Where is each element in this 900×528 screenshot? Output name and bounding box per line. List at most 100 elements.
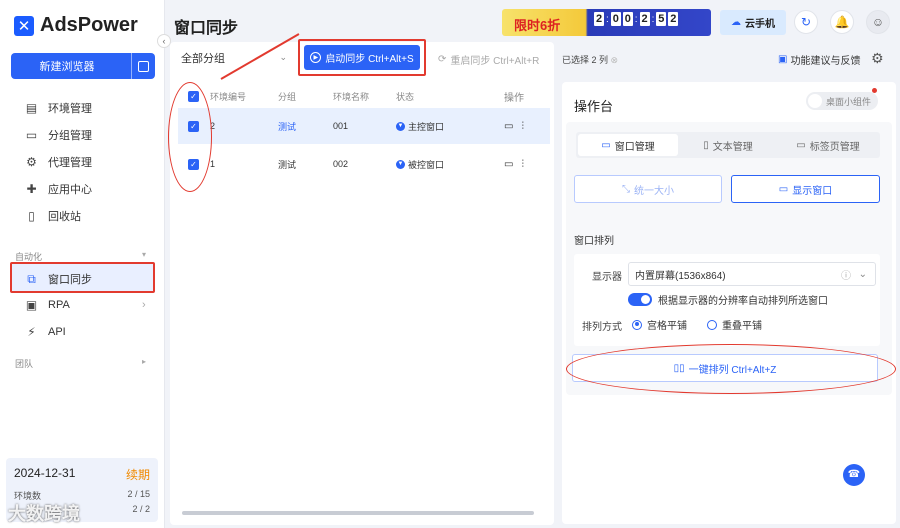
collapse-sidebar-icon[interactable]: ‹: [157, 34, 171, 48]
panel-title: 操作台: [574, 99, 614, 114]
chevron-right-icon[interactable]: ▸: [142, 357, 146, 366]
countdown-digit: 2: [668, 12, 679, 26]
toggle-knob: [808, 94, 822, 108]
tab-tab-management[interactable]: ▭ 标签页管理: [778, 134, 878, 156]
renew-link[interactable]: 续期: [126, 466, 150, 483]
logo-icon: ✕: [14, 15, 34, 36]
add-icon[interactable]: [131, 53, 155, 79]
play-icon: ▶: [310, 52, 322, 63]
radio-grid[interactable]: [632, 319, 642, 330]
notification-dot: [872, 88, 877, 93]
bell-icon[interactable]: 🔔: [830, 10, 854, 34]
horizontal-scrollbar[interactable]: [182, 511, 534, 515]
countdown-digit: 5: [656, 12, 667, 26]
refresh-icon: ⟳: [438, 54, 447, 65]
window-icon: ▭: [601, 139, 611, 151]
panel-tabs: ▭ 窗口管理 ▯ 文本管理 ▭ 标签页管理: [576, 132, 880, 158]
unify-size-label: 统一大小: [634, 185, 674, 197]
radio-overlap[interactable]: [707, 319, 717, 330]
feedback-link[interactable]: ▣ 功能建议与反馈: [778, 52, 860, 67]
monitor-label: 显示器: [592, 272, 622, 283]
desktop-widget-toggle[interactable]: 桌面小组件: [806, 92, 878, 110]
new-browser-label: 新建浏览器: [39, 61, 95, 73]
settings-icon[interactable]: ⫶: [521, 121, 524, 132]
chevron-down-icon: ⌄: [858, 268, 867, 280]
feedback-icon: ▣: [778, 54, 788, 65]
mode-grid-label: 宫格平铺: [647, 321, 687, 332]
member-count-value: 2 / 2: [132, 504, 150, 514]
new-browser-button[interactable]: 新建浏览器: [11, 53, 155, 79]
countdown: 2 : 0 0 : 2 : 5 2: [594, 12, 679, 26]
table-row[interactable]: ✓ 2 测试 001 ▼ 主控窗口 ▭ ⫶: [178, 108, 550, 144]
top-bar: 窗口同步 限时6折 2 : 0 0 : 2 : 5 2 ☁ 云手机 ↻ 🔔 ☺: [165, 0, 900, 44]
folder-icon: ▭: [25, 128, 38, 142]
support-icon[interactable]: ☎: [843, 464, 865, 486]
plan-expiry-date: 2024-12-31: [14, 466, 76, 480]
unify-size-button[interactable]: ⤡ 统一大小: [574, 175, 722, 203]
group-select-value: 全部分组: [181, 53, 225, 65]
column-header-env-id[interactable]: 环境编号: [210, 90, 246, 103]
sidebar-item-proxy[interactable]: ⚙ 代理管理: [24, 154, 92, 170]
display-icon[interactable]: ▭: [504, 159, 513, 170]
logo-text: AdsPower: [40, 14, 138, 36]
sidebar-item-label: RPA: [48, 298, 70, 311]
cloud-phone-label: 云手机: [745, 19, 775, 30]
clear-selection-icon[interactable]: ⊗: [611, 55, 619, 65]
sidebar-item-api[interactable]: ⚡ API: [24, 325, 66, 339]
sidebar-item-trash[interactable]: ▯ 回收站: [24, 208, 81, 224]
trash-icon: ▯: [28, 209, 35, 223]
display-icon[interactable]: ▭: [504, 121, 513, 132]
cloud-phone-button[interactable]: ☁ 云手机: [720, 10, 786, 35]
monitor-value: 内置屏幕(1536x864): [635, 270, 726, 282]
restart-sync-button[interactable]: ⟳ 重启同步 Ctrl+Alt+R: [438, 52, 539, 67]
table-header: ✓ 环境编号 分组 环境名称 状态 操作: [178, 84, 550, 108]
auto-arrange-label: 根据显示器的分辨率自动排列所选窗口: [658, 296, 828, 307]
row-actions: ▭ ⫶: [504, 159, 524, 170]
column-header-status[interactable]: 状态: [396, 90, 414, 103]
sidebar-item-env[interactable]: ▤ 环境管理: [24, 100, 92, 116]
info-icon: ⓘ: [841, 270, 851, 282]
mode-overlap-label: 重叠平铺: [722, 321, 762, 332]
promo-banner[interactable]: 限时6折 2 : 0 0 : 2 : 5 2: [502, 9, 711, 36]
start-sync-label: 启动同步 Ctrl+Alt+S: [325, 54, 414, 65]
arrange-mode-label: 排列方式: [582, 322, 622, 333]
settings-icon[interactable]: ⫶: [521, 159, 524, 170]
chevron-down-icon[interactable]: ▾: [142, 250, 146, 259]
env-name: 001: [333, 121, 349, 131]
chevron-right-icon[interactable]: ›: [142, 299, 146, 311]
sync-status-icon[interactable]: ↻: [794, 10, 818, 34]
folder-list-icon: ▤: [25, 101, 38, 115]
sidebar-item-label: 分组管理: [48, 130, 92, 142]
sidebar-item-window-sync[interactable]: ⧉ 窗口同步: [24, 271, 92, 287]
puzzle-icon: ✚: [26, 182, 37, 196]
column-header-name[interactable]: 环境名称: [333, 90, 369, 103]
countdown-digit: 2: [639, 12, 650, 26]
table-row[interactable]: ✓ 1 测试 002 ▼ 被控窗口 ▭ ⫶: [178, 146, 550, 182]
cloud-phone-icon: ☁: [731, 17, 741, 28]
feedback-label: 功能建议与反馈: [790, 56, 861, 67]
arrange-title: 窗口排列: [574, 236, 614, 247]
countdown-digit: 2: [594, 12, 604, 26]
avatar[interactable]: ☺: [866, 10, 890, 34]
tab-text-management[interactable]: ▯ 文本管理: [678, 134, 778, 156]
auto-arrange-switch[interactable]: [628, 293, 652, 306]
env-count-value: 2 / 15: [127, 489, 150, 499]
show-window-button[interactable]: ▭ 显示窗口: [731, 175, 880, 203]
env-status-label: 主控窗口: [408, 121, 445, 132]
sidebar-item-apps[interactable]: ✚ 应用中心: [24, 181, 92, 197]
selected-count-label: 已选择 2 列: [562, 55, 609, 65]
sidebar-item-groups[interactable]: ▭ 分组管理: [24, 127, 92, 143]
row-actions: ▭ ⫶: [504, 121, 524, 132]
start-sync-button[interactable]: ▶ 启动同步 Ctrl+Alt+S: [304, 45, 420, 70]
gear-icon[interactable]: ⚙: [871, 50, 884, 67]
tab-window-management[interactable]: ▭ 窗口管理: [578, 134, 678, 156]
promo-text: 限时6折: [514, 18, 561, 33]
logo: ✕ AdsPower: [14, 14, 138, 37]
master-window-icon: ▼: [396, 121, 405, 131]
sidebar-item-label: API: [48, 325, 66, 338]
sidebar-item-rpa[interactable]: ▣ RPA: [24, 298, 70, 312]
mode-overlap-option[interactable]: 重叠平铺: [707, 317, 762, 332]
monitor-select[interactable]: 内置屏幕(1536x864) ⓘ ⌄: [628, 262, 876, 286]
mode-grid-option[interactable]: 宫格平铺: [632, 317, 687, 332]
env-group: 测试: [278, 121, 297, 132]
